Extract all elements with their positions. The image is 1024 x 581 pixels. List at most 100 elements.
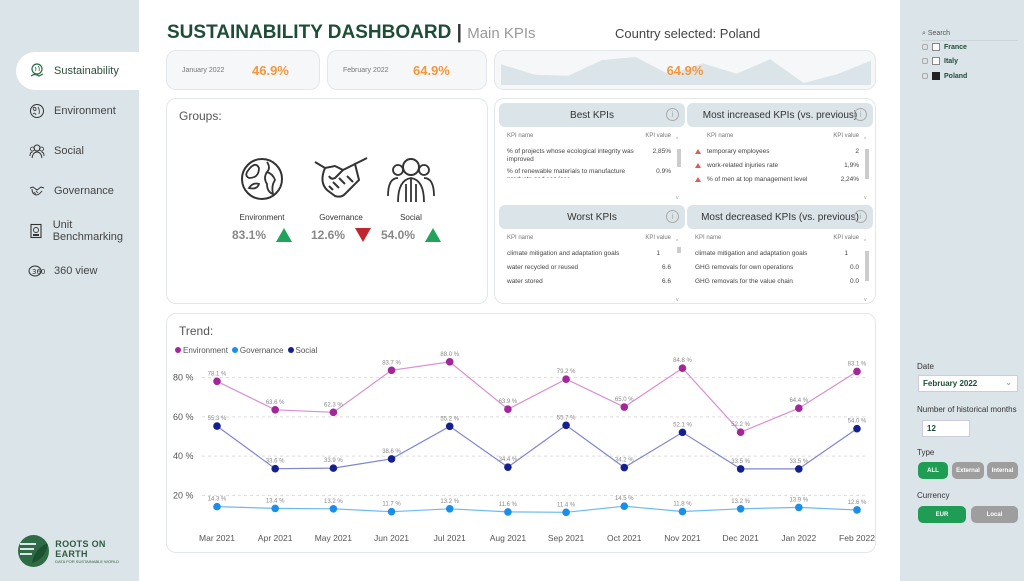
info-icon[interactable]: i [854, 108, 867, 121]
data-label: 11.6 % [499, 502, 518, 508]
groups-panel: Groups: Environment 83.1% Governance 12.… [166, 98, 488, 304]
checkbox[interactable] [932, 43, 940, 51]
data-point[interactable] [329, 504, 338, 513]
data-point[interactable] [445, 422, 454, 431]
data-point[interactable] [387, 366, 396, 375]
data-point[interactable] [678, 507, 687, 516]
country-item-poland[interactable]: Poland [922, 72, 967, 80]
col-header-name[interactable]: KPI name [695, 235, 721, 241]
data-point[interactable] [504, 508, 512, 516]
group-value: 12.6% [310, 228, 346, 242]
data-point[interactable] [736, 504, 745, 513]
group-name: Environment [239, 213, 285, 222]
data-point[interactable] [213, 377, 221, 386]
group-environment[interactable]: Environment 83.1% [222, 154, 302, 242]
months-input[interactable]: 12 [922, 420, 970, 437]
data-point[interactable] [329, 464, 338, 472]
data-point[interactable] [620, 403, 629, 411]
data-point[interactable] [736, 428, 745, 436]
data-point[interactable] [504, 405, 512, 413]
country-search-input[interactable]: ⌕ Search [922, 30, 1018, 41]
group-social[interactable]: Social 54.0% [371, 154, 451, 242]
increase-icon [695, 148, 701, 154]
nav-item-360-view[interactable]: 360 360 view [16, 252, 139, 290]
data-label: 34.4 % [499, 457, 518, 463]
data-point[interactable] [853, 506, 861, 514]
data-point[interactable] [387, 455, 396, 463]
currency-local-button[interactable]: Local [971, 506, 1018, 523]
table-scrollbar[interactable]: ^ v [676, 137, 681, 201]
nav-item-sustainability[interactable]: Sustainability [16, 52, 139, 90]
data-point[interactable] [620, 463, 629, 472]
expand-icon[interactable] [922, 73, 928, 79]
data-point[interactable] [271, 504, 279, 513]
group-governance[interactable]: Governance 12.6% [301, 154, 381, 242]
x-tick-label: Sep 2021 [548, 533, 585, 543]
checkbox[interactable] [932, 57, 940, 65]
table-row: % of projects whose ecological integrity… [499, 148, 685, 164]
col-header-value[interactable]: KPI value [645, 235, 671, 241]
expand-icon[interactable] [922, 58, 928, 64]
data-point[interactable] [445, 504, 454, 513]
data-point[interactable] [736, 465, 745, 473]
data-point[interactable] [562, 421, 570, 430]
data-label: 83.1 % [848, 361, 867, 367]
nav-item-social[interactable]: Social [16, 132, 139, 170]
best-kpis-table: Best KPIs i KPI name KPI value % of projec… [499, 103, 685, 203]
data-point[interactable] [213, 422, 221, 430]
col-header-value[interactable]: KPI value [833, 235, 859, 241]
data-point[interactable] [213, 502, 221, 511]
table-scrollbar[interactable]: ^ v [864, 137, 869, 201]
data-point[interactable] [271, 464, 279, 473]
country-item-italy[interactable]: Italy [922, 57, 958, 65]
data-label: 52.1 % [673, 422, 692, 428]
col-header-name[interactable]: KPI name [707, 133, 733, 139]
type-internal-button[interactable]: Internal [987, 462, 1018, 479]
kpi-value: 0.0 [849, 278, 859, 285]
data-point[interactable] [504, 463, 512, 471]
data-point[interactable] [271, 405, 279, 414]
table-scrollbar[interactable]: ^ v [864, 239, 869, 303]
data-point[interactable] [795, 404, 803, 413]
col-header-name[interactable]: KPI name [507, 133, 533, 139]
checkbox[interactable] [932, 72, 940, 80]
data-point[interactable] [562, 508, 570, 517]
data-label: 52.2 % [731, 422, 750, 428]
type-external-button[interactable]: External [952, 462, 984, 479]
data-point[interactable] [620, 502, 629, 511]
info-icon[interactable]: i [854, 210, 867, 223]
nav-item-environment[interactable]: Environment [16, 92, 139, 130]
data-point[interactable] [678, 364, 687, 372]
data-point[interactable] [795, 503, 803, 512]
data-point[interactable] [387, 507, 396, 516]
col-header-name[interactable]: KPI name [507, 235, 533, 241]
currency-eur-button[interactable]: EUR [918, 506, 966, 523]
data-point[interactable] [678, 428, 687, 437]
date-dropdown[interactable]: February 2022 ⌄ [918, 375, 1018, 392]
col-header-value[interactable]: KPI value [645, 133, 671, 139]
data-point[interactable] [329, 408, 338, 417]
data-label: 11.4 % [557, 502, 576, 508]
data-point[interactable] [853, 424, 861, 433]
info-icon[interactable]: i [666, 210, 679, 223]
nav-item-unit-benchmarking[interactable]: Unit Benchmarking [16, 212, 139, 250]
data-label: 55.7 % [557, 415, 576, 421]
data-point[interactable] [562, 375, 570, 383]
nav-item-governance[interactable]: Governance [16, 172, 139, 210]
info-icon[interactable]: i [666, 108, 679, 121]
data-point[interactable] [445, 358, 454, 366]
table-row: GHG removals for own operations 0.0 [687, 264, 873, 272]
search-placeholder: Search [927, 30, 951, 37]
roots-on-earth-logo: ROOTS ON EARTH DATA FOR SUSTAINABLE WORL… [18, 535, 139, 567]
type-all-button[interactable]: ALL [918, 462, 948, 479]
data-label: 62.3 % [324, 402, 343, 408]
y-tick-label: 80 % [173, 373, 194, 383]
group-name: Governance [319, 213, 363, 222]
col-header-value[interactable]: KPI value [833, 133, 859, 139]
table-scrollbar[interactable]: ^ v [676, 239, 681, 303]
expand-icon[interactable] [922, 44, 928, 50]
data-point[interactable] [853, 367, 861, 376]
country-item-france[interactable]: France [922, 43, 967, 51]
increase-icon [695, 162, 701, 168]
data-point[interactable] [795, 465, 803, 473]
